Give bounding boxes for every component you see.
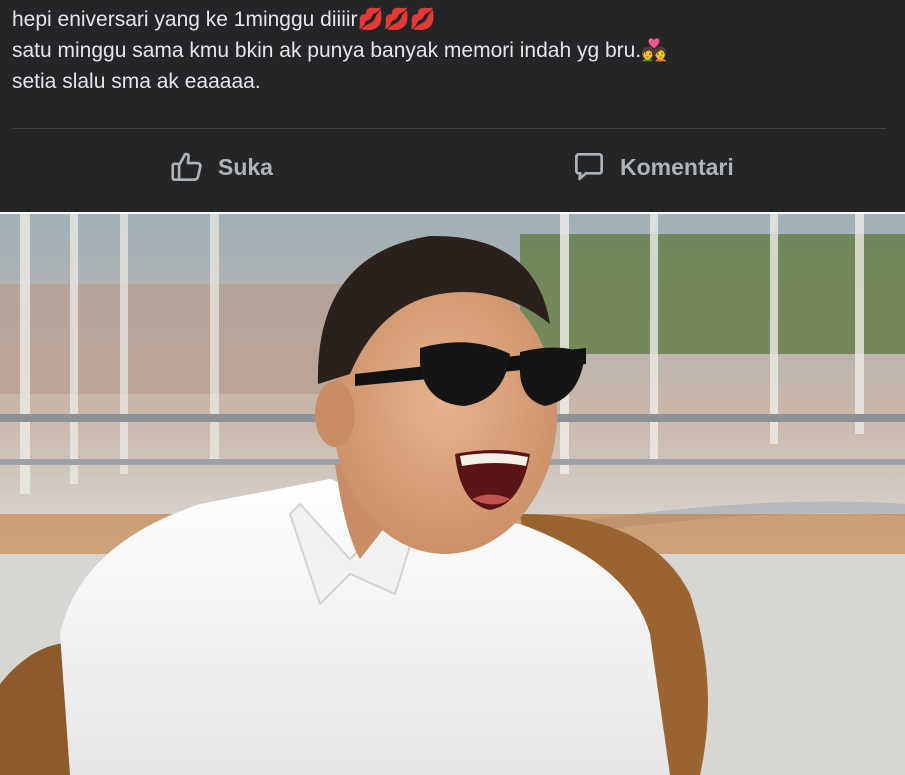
caption-line-2: satu minggu sama kmu bkin ak punya banya… [12,39,668,62]
like-button[interactable]: Suka [168,143,273,191]
thumbs-up-icon [168,148,206,186]
caption-line-3: setia slalu sma ak eaaaaa. [12,70,261,93]
speech-bubble-icon [570,148,608,186]
comment-button[interactable]: Komentari [570,143,734,191]
post-actions-bar: Suka Komentari [0,129,905,205]
caption-line-1: hepi eniversari yang ke 1minggu diiiir💋💋… [12,8,436,31]
post-caption: hepi eniversari yang ke 1minggu diiiir💋💋… [12,4,892,97]
post-card: hepi eniversari yang ke 1minggu diiiir💋💋… [0,0,905,212]
like-label: Suka [218,153,273,180]
comment-label: Komentari [620,153,734,180]
post-photo [0,214,905,775]
